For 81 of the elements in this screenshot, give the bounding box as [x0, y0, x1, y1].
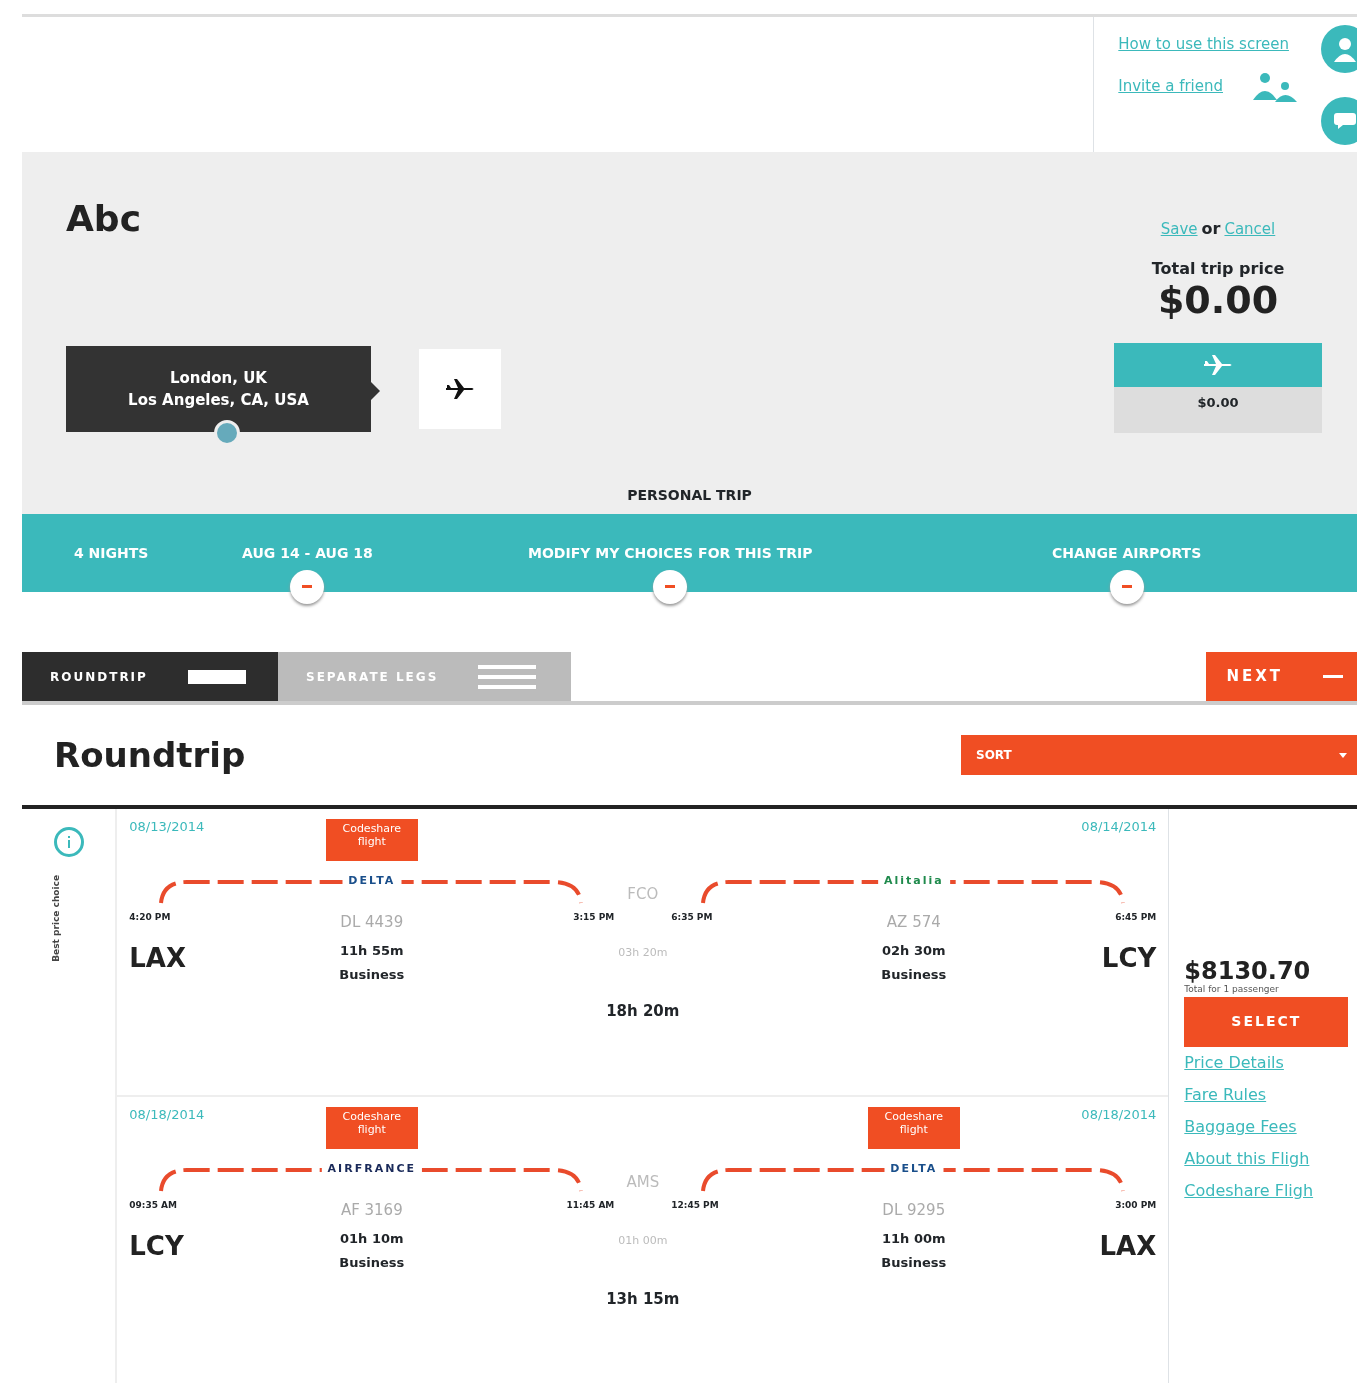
detail-link[interactable]: Price Details [1184, 1046, 1357, 1079]
codeshare-badge: Codeshare flight [867, 1106, 960, 1149]
lines-icon [478, 664, 537, 689]
view-tab[interactable]: SEPARATE LEGS [278, 652, 571, 701]
date-text: 08/13/2014 [129, 818, 205, 836]
time-text: 09:35 AM [129, 1199, 177, 1212]
time-text: 6:35 PM [671, 911, 713, 924]
option-item[interactable]: AUG 14 - AUG 18 [242, 542, 373, 564]
date-text: 08/18/2014 [129, 1106, 205, 1124]
detail-link[interactable]: Codeshare Fligh [1184, 1174, 1357, 1207]
toggle-icon[interactable] [1109, 569, 1144, 604]
layover-airport: AMS [625, 1171, 661, 1193]
detail-link[interactable]: About this Fligh [1184, 1142, 1357, 1175]
toggle-icon[interactable] [653, 569, 688, 604]
total-duration: 18h 20m [605, 1000, 681, 1022]
plane-icon [444, 376, 476, 402]
option-item[interactable]: 4 NIGHTS [74, 542, 149, 564]
save-link[interactable]: Save [1160, 220, 1198, 238]
option-item[interactable]: MODIFY MY CHOICES FOR THIS TRIP [528, 542, 813, 564]
flight-number: DL 9295 [882, 1199, 946, 1221]
link[interactable]: Invite a friend [1118, 75, 1223, 98]
time-text: 12:45 PM [671, 1199, 719, 1212]
cabin-text: Business [339, 1254, 405, 1273]
cabin-text: Business [881, 966, 947, 985]
trip-type: PERSONAL TRIP [626, 486, 753, 505]
offer-price: $8130.70 [1184, 959, 1312, 983]
route-city: Los Angeles, CA, USA [127, 390, 310, 411]
airport-code: LAX [129, 942, 187, 973]
time-text: 4:20 PM [129, 911, 171, 924]
flight-number: AZ 574 [886, 911, 941, 933]
plane-icon [1202, 352, 1234, 378]
time-text: 3:15 PM [573, 911, 615, 924]
cabin-text: Business [339, 966, 405, 985]
select-button[interactable]: SELECT [1184, 996, 1349, 1047]
detail-link[interactable]: Baggage Fees [1184, 1110, 1357, 1143]
layover-duration: 03h 20m [617, 945, 669, 961]
cabin-text: Business [881, 1254, 947, 1273]
airport-code: LCY [129, 1230, 184, 1261]
user-avatar[interactable] [1321, 25, 1357, 73]
detail-link[interactable]: Fare Rules [1184, 1078, 1357, 1111]
info-icon[interactable] [53, 827, 84, 857]
route-city: London, UK [169, 367, 268, 389]
flight-option[interactable] [419, 349, 501, 429]
toggle-icon[interactable] [290, 569, 325, 604]
time-text: 3:00 PM [1115, 1199, 1157, 1212]
option-item[interactable]: CHANGE AIRPORTS [1052, 542, 1202, 564]
person-icon [1333, 36, 1357, 62]
link[interactable]: How to use this screen [1118, 33, 1289, 56]
duration-text: 02h 30m [881, 941, 947, 960]
layover-duration: 01h 00m [617, 1233, 669, 1249]
flight-price: $0.00 [1114, 387, 1322, 433]
side-label: Best price choice [51, 875, 62, 962]
cancel-link[interactable]: Cancel [1224, 220, 1276, 238]
time-text: 11:45 AM [566, 1199, 615, 1212]
time-text: 6:45 PM [1115, 911, 1157, 924]
duration-text: 11h 00m [881, 1229, 947, 1248]
trip-title: Abc [66, 197, 141, 241]
bar-icon [187, 669, 246, 684]
airport-code: LAX [1099, 1230, 1157, 1261]
caret-icon [1339, 752, 1347, 758]
chat-avatar[interactable] [1321, 97, 1357, 145]
view-tab[interactable]: ROUNDTRIP [22, 652, 278, 701]
results-title: Roundtrip [54, 733, 246, 777]
airport-code: LCY [1101, 942, 1157, 973]
flight-number: AF 3169 [340, 1199, 403, 1221]
next-button[interactable]: NEXT [1206, 652, 1357, 701]
duration-text: 01h 10m [339, 1229, 405, 1248]
flight-number: DL 4439 [340, 911, 404, 933]
date-text: 08/14/2014 [1081, 818, 1157, 836]
sort-dropdown[interactable]: SORT [961, 735, 1357, 775]
chat-icon [1334, 113, 1356, 129]
duration-text: 11h 55m [339, 941, 405, 960]
price-note: Total for 1 passenger [1184, 983, 1280, 996]
or-text: or [1201, 219, 1221, 238]
total-price: $0.00 [1156, 281, 1280, 319]
date-text: 08/18/2014 [1081, 1106, 1157, 1124]
layover-airport: FCO [626, 883, 660, 905]
price-label: Total trip price [1150, 258, 1286, 280]
codeshare-badge: Codeshare flight [325, 1106, 418, 1149]
total-duration: 13h 15m [605, 1288, 681, 1310]
codeshare-badge: Codeshare flight [325, 818, 418, 861]
